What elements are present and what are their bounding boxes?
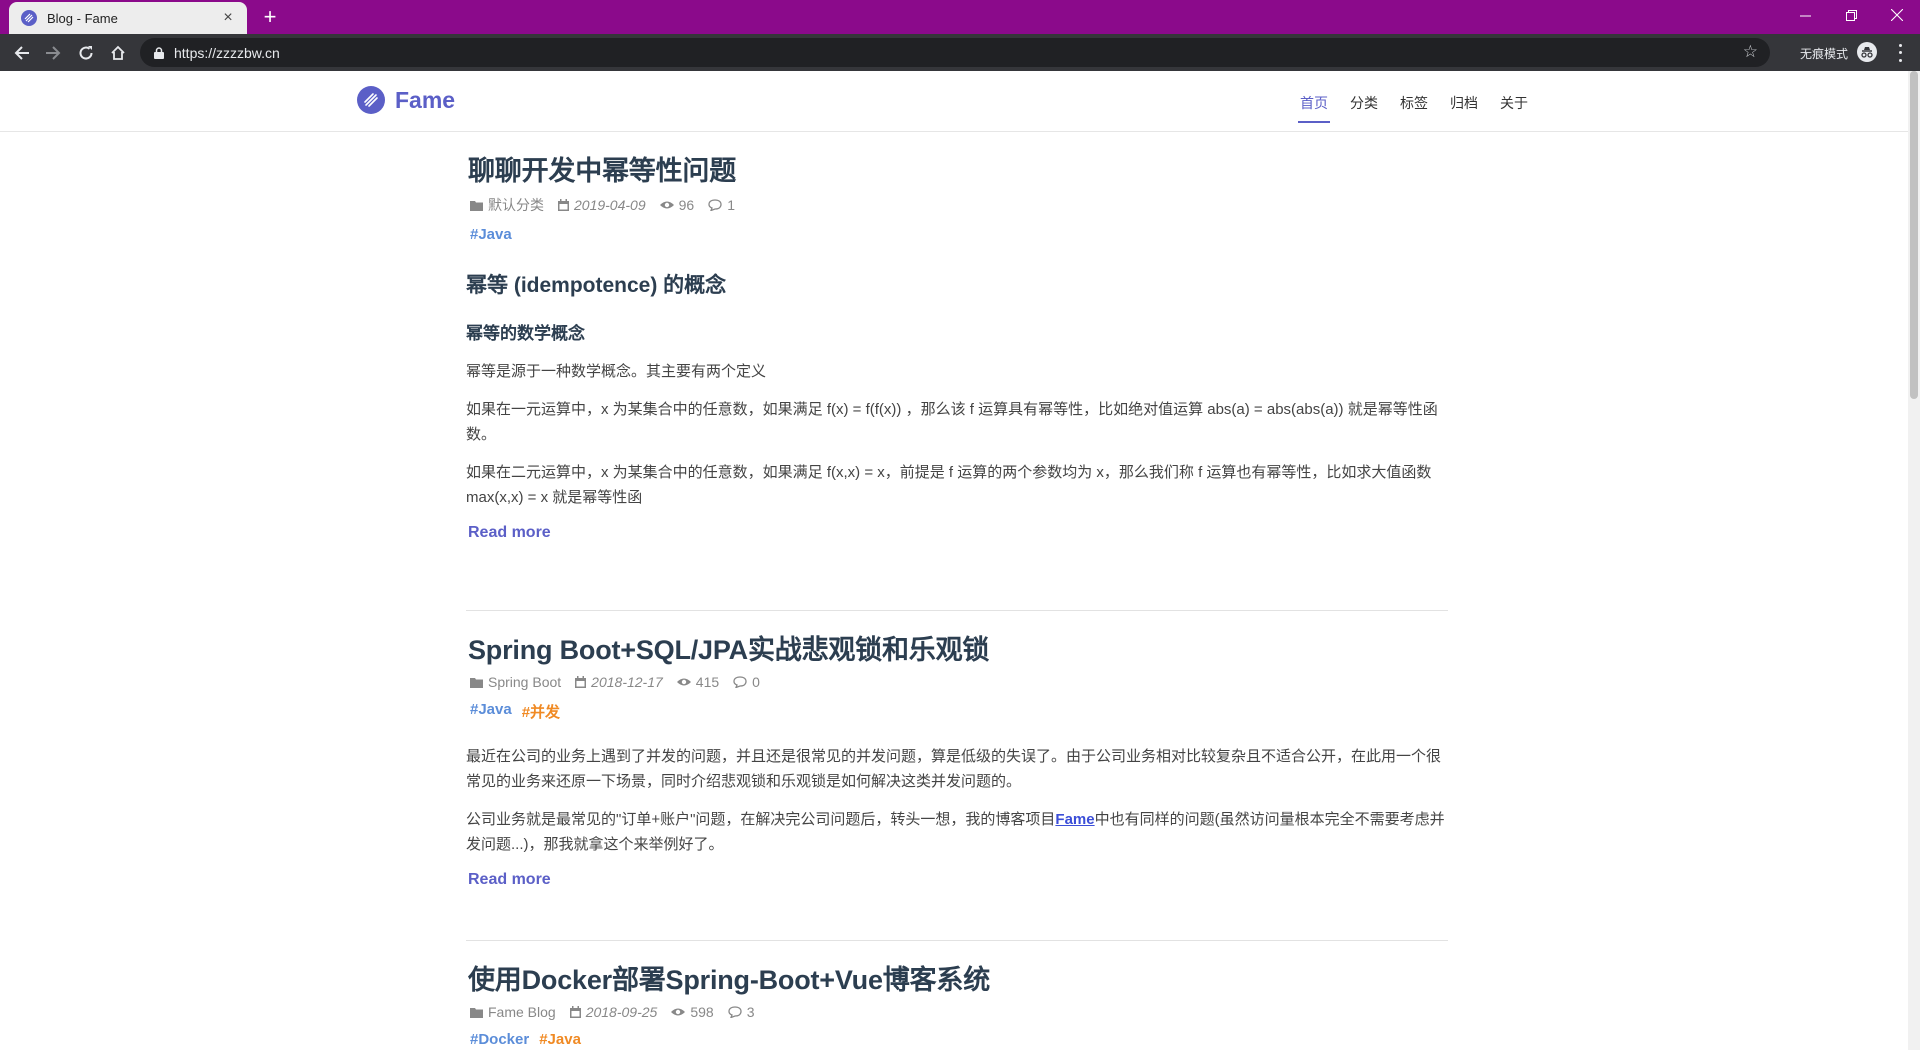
post-paragraph: 如果在二元运算中，x 为某集合中的任意数，如果满足 f(x,x) = x，前提是… bbox=[466, 464, 1432, 506]
post-paragraph: 公司业务就是最常见的"订单+账户"问题，在解决完公司问题后，转头一想，我的博客项… bbox=[466, 811, 1445, 853]
back-button[interactable] bbox=[9, 40, 35, 66]
back-arrow-icon bbox=[14, 46, 29, 60]
read-more-link[interactable]: Read more bbox=[468, 524, 551, 542]
folder-icon bbox=[470, 677, 483, 688]
fame-logo-icon bbox=[357, 86, 385, 114]
post-category[interactable]: Spring Boot bbox=[488, 674, 561, 690]
folder-icon bbox=[470, 200, 483, 211]
page-scrollbar[interactable] bbox=[1908, 71, 1920, 1050]
browser-tab[interactable]: Blog - Fame × bbox=[9, 2, 247, 34]
post-subheading: 幂等的数学概念 bbox=[466, 324, 585, 343]
tag-docker[interactable]: #Docker bbox=[470, 1031, 529, 1048]
tab-title: Blog - Fame bbox=[47, 10, 118, 26]
scrollbar-thumb[interactable] bbox=[1910, 71, 1918, 399]
incognito-label: 无痕模式 bbox=[1800, 47, 1849, 61]
post-comments: 1 bbox=[727, 197, 735, 213]
tag-java[interactable]: #Java bbox=[470, 701, 512, 722]
post-tags: #Java bbox=[470, 226, 1448, 243]
post-tags: #Java #并发 bbox=[470, 701, 1448, 722]
comment-icon bbox=[728, 1006, 742, 1018]
post-title[interactable]: Spring Boot+SQL/JPA实战悲观锁和乐观锁 bbox=[468, 628, 1448, 667]
page-viewport: Fame 首页 分类 标签 归档 关于 聊聊开发中幂等性问题 默认分类 2019… bbox=[0, 71, 1920, 1050]
post-comments: 0 bbox=[752, 674, 760, 690]
incognito-icon[interactable] bbox=[1857, 42, 1877, 62]
tag-concurrency[interactable]: #并发 bbox=[522, 701, 560, 722]
post-category[interactable]: Fame Blog bbox=[488, 1004, 556, 1020]
comment-icon bbox=[733, 676, 747, 688]
eye-icon bbox=[671, 1008, 686, 1016]
url-text: https://zzzzbw.cn bbox=[174, 45, 280, 61]
post-card: Spring Boot+SQL/JPA实战悲观锁和乐观锁 Spring Boot… bbox=[466, 628, 1448, 889]
post-date: 2018-09-25 bbox=[585, 1004, 658, 1020]
nav-item-archive[interactable]: 归档 bbox=[1450, 93, 1478, 123]
site-favicon-icon bbox=[21, 10, 37, 26]
post-date: 2019-04-09 bbox=[574, 197, 646, 213]
post-card: 使用Docker部署Spring-Boot+Vue博客系统 Fame Blog … bbox=[466, 958, 1448, 1048]
post-divider bbox=[466, 940, 1448, 941]
eye-icon bbox=[659, 201, 674, 209]
post-paragraph: 最近在公司的业务上遇到了并发的问题，并且还是很常见的并发问题，算是低级的失误了。… bbox=[466, 748, 1442, 790]
post-date: 2018-12-17 bbox=[591, 674, 663, 690]
tab-close-icon[interactable]: × bbox=[219, 9, 237, 27]
nav-item-home[interactable]: 首页 bbox=[1298, 93, 1330, 123]
post-views: 598 bbox=[690, 1004, 714, 1020]
browser-toolbar: https://zzzzbw.cn ☆ 无痕模式 bbox=[0, 34, 1920, 71]
post-title[interactable]: 使用Docker部署Spring-Boot+Vue博客系统 bbox=[468, 958, 1448, 997]
calendar-icon bbox=[558, 199, 569, 211]
post-heading: 幂等 (idempotence) 的概念 bbox=[466, 274, 727, 297]
post-views: 415 bbox=[695, 674, 720, 690]
home-icon bbox=[111, 45, 125, 60]
post-divider bbox=[466, 610, 1448, 611]
forward-button[interactable] bbox=[40, 40, 66, 66]
reload-button[interactable] bbox=[73, 40, 99, 66]
lock-icon bbox=[154, 46, 164, 64]
site-header: Fame 首页 分类 标签 归档 关于 bbox=[0, 71, 1908, 132]
folder-icon bbox=[470, 1007, 483, 1018]
site-logo[interactable]: Fame bbox=[357, 86, 455, 114]
post-paragraph: 幂等是源于一种数学概念。其主要有两个定义 bbox=[466, 363, 767, 380]
restore-button[interactable] bbox=[1828, 0, 1874, 30]
post-meta: Spring Boot 2018-12-17 415 0 bbox=[470, 674, 1448, 690]
site-logo-text: Fame bbox=[395, 86, 456, 113]
tag-java[interactable]: #Java bbox=[470, 226, 512, 243]
fame-project-link[interactable]: Fame bbox=[1055, 811, 1094, 828]
minimize-button[interactable] bbox=[1782, 0, 1828, 30]
nav-item-tags[interactable]: 标签 bbox=[1400, 93, 1428, 123]
address-bar[interactable]: https://zzzzbw.cn ☆ bbox=[140, 38, 1770, 67]
post-views: 96 bbox=[678, 197, 695, 213]
post-category[interactable]: 默认分类 bbox=[488, 195, 544, 215]
tag-java[interactable]: #Java bbox=[539, 1031, 581, 1048]
nav-item-about[interactable]: 关于 bbox=[1500, 93, 1528, 123]
nav-item-categories[interactable]: 分类 bbox=[1350, 93, 1378, 123]
browser-menu-icon[interactable] bbox=[1892, 42, 1908, 64]
comment-icon bbox=[708, 199, 722, 211]
post-card: 聊聊开发中幂等性问题 默认分类 2019-04-09 96 1 #Java 幂等… bbox=[466, 149, 1448, 542]
forward-arrow-icon bbox=[46, 46, 61, 60]
post-meta: 默认分类 2019-04-09 96 1 bbox=[470, 195, 1448, 215]
post-title[interactable]: 聊聊开发中幂等性问题 bbox=[468, 149, 1448, 188]
eye-icon bbox=[676, 678, 691, 686]
post-meta: Fame Blog 2018-09-25 598 3 bbox=[470, 1004, 1448, 1020]
post-tags: #Docker #Java bbox=[470, 1031, 1448, 1048]
close-window-button[interactable] bbox=[1874, 0, 1920, 30]
site-nav: 首页 分类 标签 归档 关于 bbox=[1298, 93, 1550, 123]
post-paragraph: 如果在一元运算中，x 为某集合中的任意数，如果满足 f(x) = f(f(x))… bbox=[466, 401, 1438, 443]
browser-tab-strip: Blog - Fame × + bbox=[0, 0, 1920, 34]
reload-icon bbox=[79, 46, 93, 60]
new-tab-button[interactable]: + bbox=[258, 5, 282, 29]
read-more-link[interactable]: Read more bbox=[468, 871, 551, 889]
post-comments: 3 bbox=[746, 1004, 755, 1020]
bookmark-star-icon[interactable]: ☆ bbox=[1743, 43, 1758, 61]
calendar-icon bbox=[569, 1006, 581, 1018]
home-button[interactable] bbox=[105, 40, 131, 66]
calendar-icon bbox=[575, 676, 587, 688]
